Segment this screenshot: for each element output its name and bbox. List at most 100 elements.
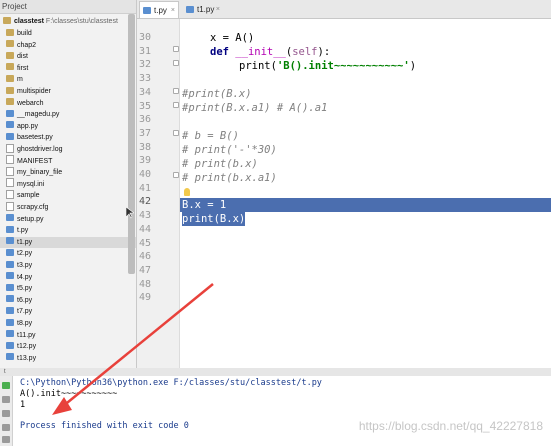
tree-item-label: basetest.py <box>17 134 53 142</box>
tab-t-py[interactable]: t.py × <box>139 1 179 18</box>
code-line-30[interactable]: x = A() <box>210 31 254 45</box>
tree-item[interactable]: t3.py <box>0 260 136 272</box>
code-line-32[interactable]: print('B().init~~~~~~~~~~~') <box>239 59 416 73</box>
tree-item[interactable]: scrapy.cfg <box>0 201 136 214</box>
project-panel-header[interactable]: Project <box>0 0 136 14</box>
python-file-icon <box>6 225 14 233</box>
print-icon[interactable] <box>2 424 10 431</box>
tree-item-label: t3.py <box>17 262 33 269</box>
line-number: 36 <box>138 114 151 126</box>
project-scrollbar[interactable] <box>128 14 135 274</box>
tree-item[interactable]: __magedu.py <box>0 109 136 121</box>
code-line-43[interactable]: print(B.x) <box>182 212 246 226</box>
tree-item-label: t12.py <box>17 343 37 351</box>
code-line-40[interactable]: # print(b.x.a1) <box>182 171 277 185</box>
tree-item[interactable]: t7.py <box>0 306 136 318</box>
tree-item-label: MANIFEST <box>17 157 53 165</box>
fold-marker[interactable] <box>173 102 179 108</box>
tree-item[interactable]: t12.py <box>0 341 136 353</box>
fold-marker[interactable] <box>173 46 179 52</box>
project-root-path: F:\classes\stu\classtest <box>45 18 118 25</box>
console-command: C:\Python\Python36\python.exe F:/classes… <box>20 378 322 388</box>
tree-item[interactable]: m <box>0 74 136 86</box>
code-line-31[interactable]: def __init__(self): <box>210 45 330 59</box>
close-icon[interactable]: × <box>171 2 175 19</box>
tree-item-label: sample <box>17 192 40 200</box>
tree-item[interactable]: t2.py <box>0 248 136 260</box>
tree-item[interactable]: ghostdriver.log <box>0 143 136 156</box>
watermark: https://blog.csdn.net/qq_42227818 <box>358 419 543 433</box>
tree-item[interactable]: t11.py <box>0 330 136 342</box>
python-file-icon <box>6 341 14 349</box>
tree-item-label: mysql.ini <box>17 180 45 188</box>
run-panel-header[interactable]: t <box>0 368 551 376</box>
clear-icon[interactable] <box>2 436 10 443</box>
tree-item-label: multispider <box>17 88 51 95</box>
tree-item[interactable]: my_binary_file <box>0 166 136 179</box>
line-number: 30 <box>138 32 151 43</box>
python-file-icon <box>6 260 14 268</box>
tree-item[interactable]: app.py <box>0 121 136 133</box>
close-icon[interactable]: × <box>216 1 220 18</box>
tree-item[interactable]: webarch <box>0 98 136 110</box>
code-line-38[interactable]: # print('-'*30) <box>182 143 277 157</box>
fold-marker[interactable] <box>173 130 179 136</box>
tree-item[interactable]: chap2 <box>0 40 136 52</box>
tab-label: t.py <box>154 6 167 15</box>
run-toolbar <box>0 376 13 446</box>
line-number: 32 <box>138 59 151 71</box>
line-number: 41 <box>138 182 151 194</box>
tree-item[interactable]: setup.py <box>0 214 136 226</box>
tab-t1-py[interactable]: t1.py × <box>183 1 223 18</box>
folder-icon <box>6 86 14 94</box>
tree-item[interactable]: t5.py <box>0 283 136 295</box>
rerun-icon[interactable] <box>2 382 10 389</box>
tree-item-label: t7.py <box>17 308 33 316</box>
tree-item[interactable]: t4.py <box>0 272 136 284</box>
lightbulb-icon[interactable] <box>184 188 190 196</box>
editor-tab-bar: t.py × t1.py × <box>137 0 551 19</box>
console-status: Process finished with exit code 0 <box>20 421 189 431</box>
python-file-icon <box>6 121 14 129</box>
python-file-icon <box>143 7 151 14</box>
line-number: 46 <box>138 251 151 263</box>
fold-marker[interactable] <box>173 60 179 66</box>
code-line-35[interactable]: #print(B.x.a1) # A().a1 <box>182 101 327 115</box>
tree-item[interactable]: basetest.py <box>0 132 136 144</box>
fold-marker[interactable] <box>173 88 179 94</box>
tree-item[interactable]: multispider <box>0 86 136 98</box>
stop-icon[interactable] <box>2 396 10 403</box>
python-file-icon <box>6 283 14 291</box>
tree-item[interactable]: dist <box>0 51 136 63</box>
python-file-icon <box>6 249 14 257</box>
line-number: 37 <box>138 127 151 139</box>
tree-item[interactable]: t6.py <box>0 295 136 307</box>
project-root[interactable]: classtest F:\classes\stu\classtest <box>0 16 136 28</box>
tree-item[interactable]: MANIFEST <box>0 155 136 168</box>
tree-item[interactable]: t13.py <box>0 353 136 365</box>
file-icon <box>6 166 14 176</box>
scroll-end-icon[interactable] <box>2 410 10 417</box>
line-number: 39 <box>138 155 151 167</box>
python-file-icon <box>6 330 14 338</box>
tree-item[interactable]: first <box>0 63 136 75</box>
fold-marker[interactable] <box>173 172 179 178</box>
python-file-icon <box>6 307 14 315</box>
code-line-34[interactable]: #print(B.x) <box>182 87 252 101</box>
python-file-icon <box>6 214 14 222</box>
tree-item[interactable]: mysql.ini <box>0 178 136 191</box>
code-line-39[interactable]: # print(b.x) <box>182 157 258 171</box>
code-line-42[interactable]: B.x = 1 <box>182 198 227 212</box>
tree-item-label: app.py <box>17 122 39 130</box>
mouse-cursor-icon <box>126 207 134 219</box>
code-line-37[interactable]: # b = B() <box>182 129 239 143</box>
line-number: 49 <box>138 292 151 304</box>
tree-item-label: t6.py <box>17 296 33 304</box>
folder-icon <box>6 75 14 83</box>
tree-item[interactable]: build <box>0 28 136 40</box>
tree-item[interactable]: sample <box>0 190 136 202</box>
python-file-icon <box>6 272 14 280</box>
tree-item[interactable]: t.py <box>0 225 136 237</box>
tree-item[interactable]: t8.py <box>0 318 136 330</box>
tree-item[interactable]: t1.py <box>0 236 136 249</box>
